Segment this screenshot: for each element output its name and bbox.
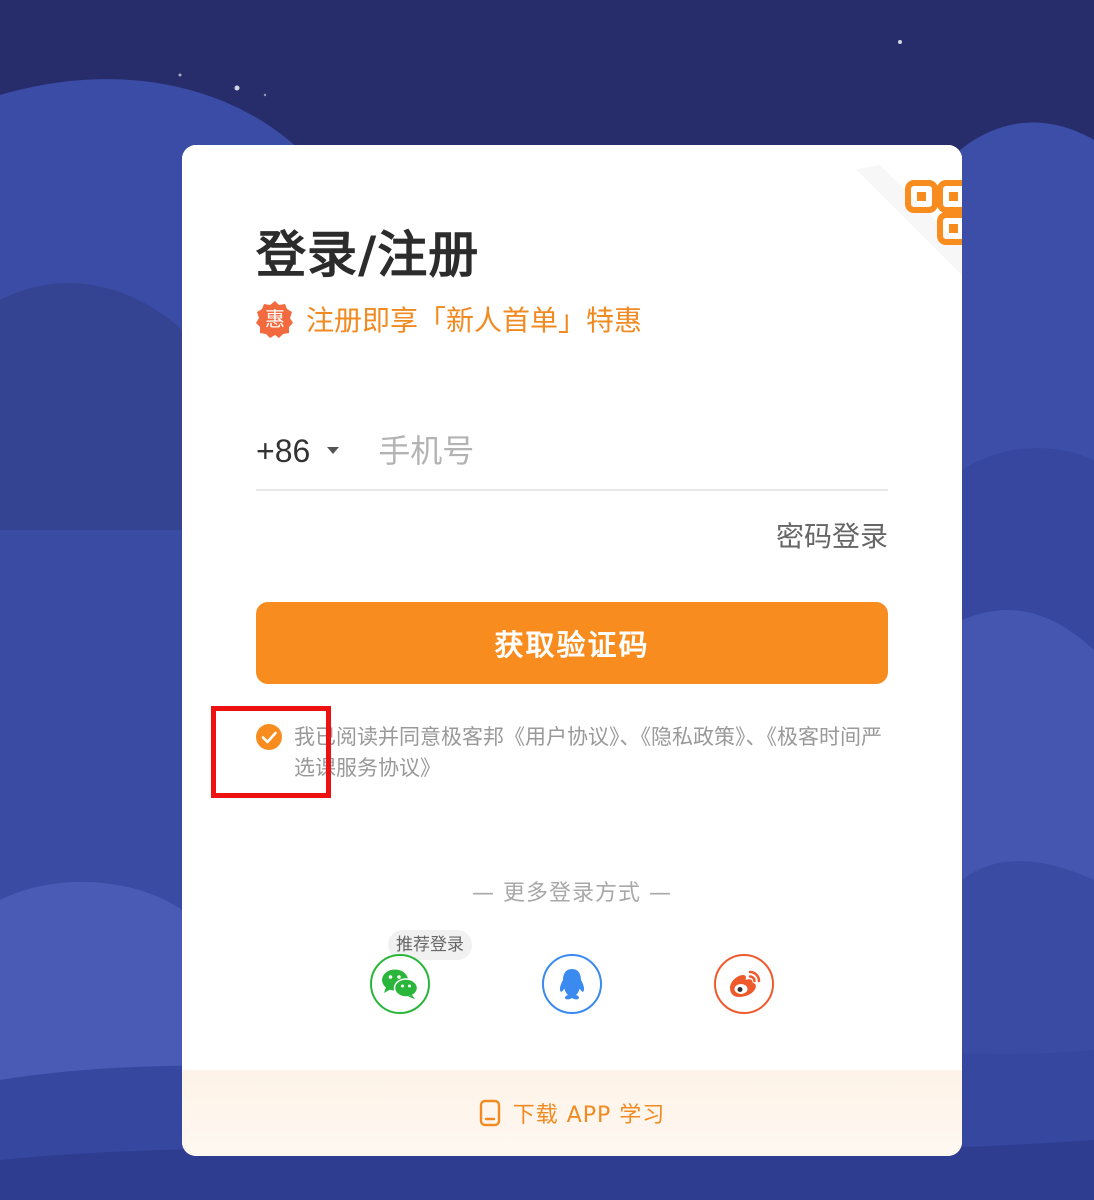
password-login-link[interactable]: 密码登录 bbox=[776, 515, 888, 555]
highlight-annotation-box bbox=[211, 706, 331, 798]
qr-login-corner[interactable] bbox=[832, 145, 962, 275]
country-code-value: +86 bbox=[256, 432, 311, 469]
login-panel: 登录/注册 惠 注册即享「新人首单」特惠 +86 密码登录 获取验证码 bbox=[182, 145, 962, 1070]
agreement-separator: 、 bbox=[745, 725, 767, 749]
promo-badge-icon: 惠 bbox=[256, 301, 293, 338]
promo-text: 注册即享「新人首单」特惠 bbox=[306, 304, 643, 337]
more-login-methods-title: — 更多登录方式 — bbox=[472, 881, 672, 906]
wechat-icon bbox=[382, 969, 419, 999]
country-code-select[interactable]: +86 bbox=[256, 433, 340, 470]
phone-field-row: +86 bbox=[256, 413, 888, 491]
agreement-separator: 、 bbox=[619, 725, 641, 749]
weibo-login-button[interactable] bbox=[714, 954, 774, 1014]
phone-icon bbox=[479, 1099, 500, 1127]
weibo-icon bbox=[730, 970, 761, 997]
qq-icon bbox=[559, 969, 585, 1000]
phone-input[interactable] bbox=[378, 432, 888, 470]
agreement-text: 我已阅读并同意极客邦《用户协议》、《隐私政策》、《极客时间严选课服务协议》 bbox=[294, 722, 896, 784]
caret-down-icon bbox=[327, 447, 340, 454]
privacy-policy-link[interactable]: 《隐私政策》 bbox=[641, 725, 746, 749]
login-card: 登录/注册 惠 注册即享「新人首单」特惠 +86 密码登录 获取验证码 bbox=[182, 145, 962, 1156]
promo-line: 惠 注册即享「新人首单」特惠 bbox=[256, 299, 642, 339]
get-code-button[interactable]: 获取验证码 bbox=[256, 602, 888, 684]
user-agreement-link[interactable]: 《用户协议》 bbox=[504, 725, 620, 749]
social-login-list: 推荐登录 bbox=[182, 930, 962, 1020]
page-title: 登录/注册 bbox=[256, 226, 480, 284]
agreement-row: 我已阅读并同意极客邦《用户协议》、《隐私政策》、《极客时间严选课服务协议》 bbox=[256, 722, 896, 784]
wechat-login-button[interactable] bbox=[370, 954, 430, 1014]
svg-text:惠: 惠 bbox=[265, 307, 285, 331]
download-app-text: 下载 APP 学习 bbox=[512, 1103, 666, 1128]
download-app-bar[interactable]: 下载 APP 学习 bbox=[182, 1070, 962, 1156]
qq-login-button[interactable] bbox=[542, 954, 602, 1014]
